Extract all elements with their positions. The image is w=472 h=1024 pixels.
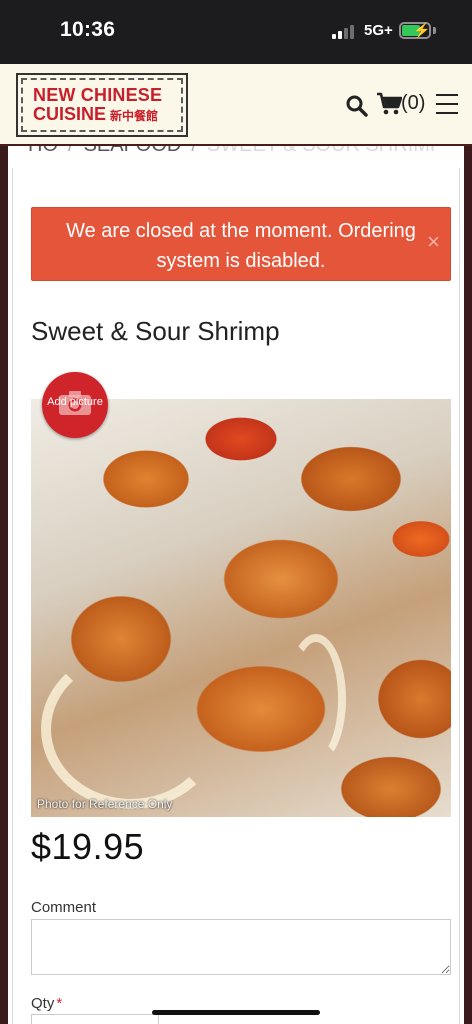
comment-label: Comment xyxy=(31,899,97,916)
status-bar: 10:36 5G+ ⚡ xyxy=(0,0,472,64)
logo-title-line1: NEW CHINESE xyxy=(33,85,163,105)
photo-onion xyxy=(41,649,221,809)
alert-close-icon[interactable]: × xyxy=(427,230,440,254)
site-logo[interactable]: NEW CHINESE CUISINE 新中餐館 xyxy=(16,73,188,137)
cart-icon[interactable] xyxy=(376,92,402,116)
status-time: 10:36 xyxy=(60,18,116,41)
logo-title-cuisine: CUISINE xyxy=(33,104,107,124)
comment-input[interactable] xyxy=(31,919,451,975)
product-card: We are closed at the moment. Ordering sy… xyxy=(12,168,460,1024)
menu-icon[interactable] xyxy=(436,94,458,114)
closed-alert: We are closed at the moment. Ordering sy… xyxy=(31,207,451,281)
alert-message: We are closed at the moment. Ordering sy… xyxy=(66,220,416,272)
breadcrumb-home[interactable]: HO xyxy=(28,146,58,156)
photo-caption: Photo for Reference Only xyxy=(37,797,173,811)
qty-label: Qty * xyxy=(31,995,62,1012)
photo-onion xyxy=(286,634,346,764)
qty-label-text: Qty xyxy=(31,995,55,1012)
signal-icon xyxy=(332,25,358,39)
breadcrumb: HO / SEAFOOD / SWEET & SOUR SHRIMP xyxy=(28,146,443,157)
breadcrumb-current: SWEET & SOUR SHRIMP xyxy=(207,146,443,156)
product-photo: Photo for Reference Only xyxy=(31,399,451,817)
breadcrumb-category[interactable]: SEAFOOD xyxy=(84,146,182,156)
cart-count[interactable]: (0) xyxy=(401,92,425,115)
qty-select[interactable]: 1 ▼ xyxy=(31,1014,159,1024)
logo-chinese-text: 新中餐館 xyxy=(110,109,159,123)
required-mark: * xyxy=(56,995,63,1012)
product-price: $19.95 xyxy=(31,826,145,867)
breadcrumb-separator: / xyxy=(68,146,74,156)
search-icon[interactable] xyxy=(345,94,369,118)
add-picture-label: Add picture xyxy=(47,396,103,408)
breadcrumb-separator: / xyxy=(191,146,197,156)
battery-icon: ⚡ xyxy=(399,22,431,39)
site-header: NEW CHINESE CUISINE 新中餐館 (0) xyxy=(0,64,472,146)
add-picture-button[interactable]: Add picture xyxy=(42,372,108,438)
product-title: Sweet & Sour Shrimp xyxy=(31,316,280,346)
home-indicator[interactable] xyxy=(152,1010,320,1015)
logo-title-line2: CUISINE 新中餐館 xyxy=(33,105,171,126)
page-content: HO / SEAFOOD / SWEET & SOUR SHRIMP We are cl… xyxy=(8,146,464,1024)
network-label: 5G+ xyxy=(364,22,393,39)
battery-cap xyxy=(433,27,436,34)
